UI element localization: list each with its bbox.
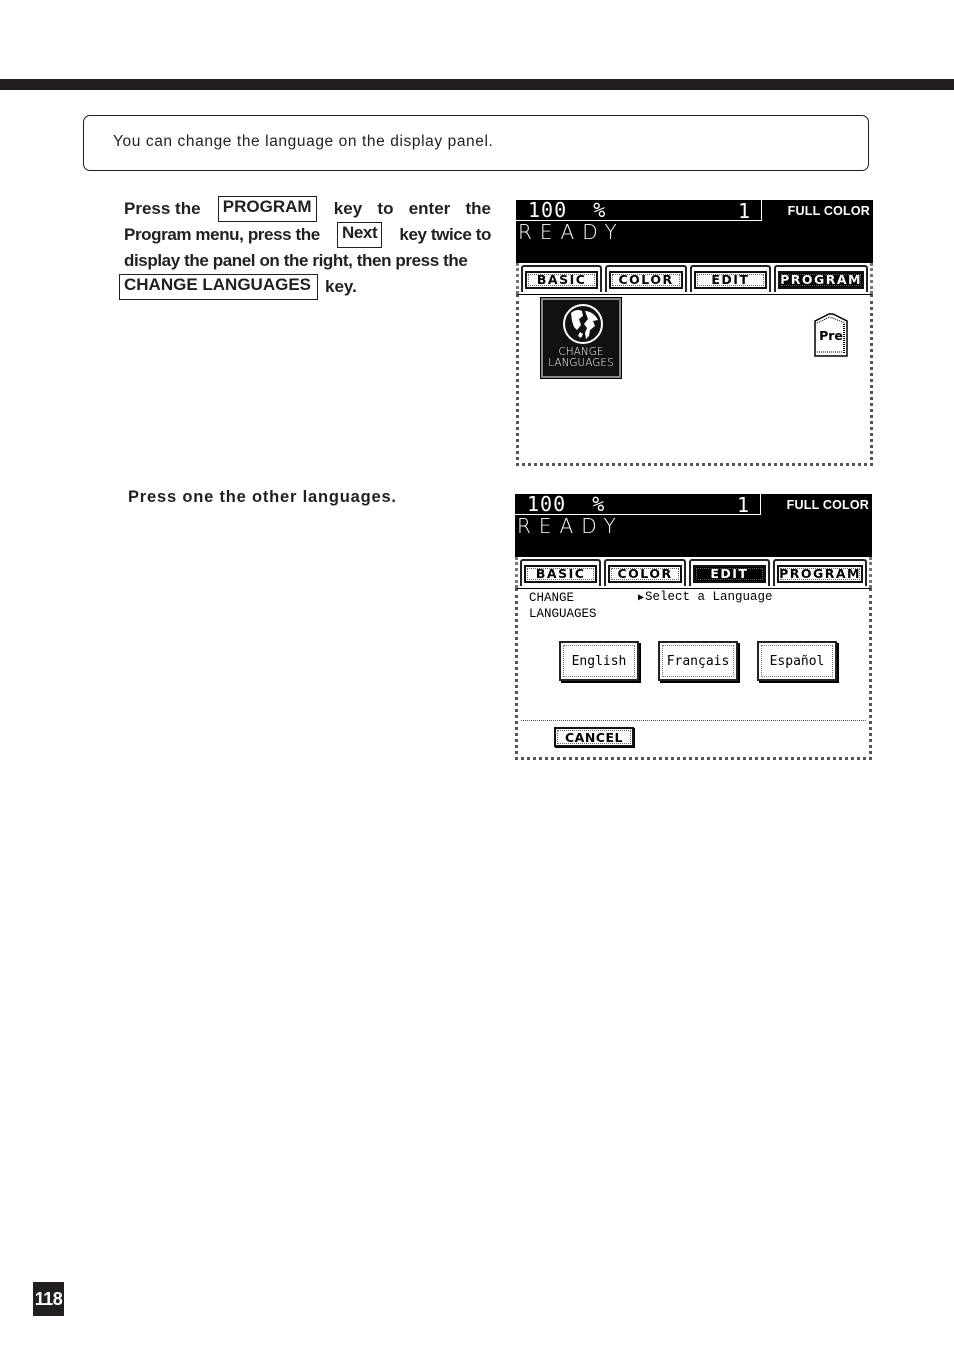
- text: Press the: [124, 199, 201, 218]
- step-1-instructions: Press the PROGRAM key to enter the Progr…: [119, 196, 491, 300]
- zoom-ratio: 100 %: [527, 492, 606, 516]
- text: display the panel on the right, then pre…: [124, 251, 468, 270]
- title-line: LANGUAGES: [529, 607, 597, 621]
- francais-button[interactable]: Français: [658, 641, 738, 681]
- status-header: 100 % 1 FULL COLOR READY: [515, 492, 872, 557]
- tab-color[interactable]: COLOR: [604, 559, 686, 586]
- header-rule: [0, 79, 954, 90]
- tab-label: PROGRAM: [778, 270, 864, 289]
- program-key-label: PROGRAM: [217, 196, 317, 222]
- status-text: READY: [517, 514, 624, 538]
- copy-count: 1: [738, 199, 751, 223]
- lcd-panel-program-menu: 100 % 1 FULL COLOR READY BASIC COLOR EDI…: [516, 198, 873, 466]
- tab-edit[interactable]: EDIT: [689, 265, 772, 292]
- text: enter: [408, 199, 451, 218]
- status-header: 100 % 1 FULL COLOR READY: [516, 198, 873, 263]
- tab-edit[interactable]: EDIT: [688, 559, 771, 586]
- text: the: [465, 199, 492, 218]
- status-text: READY: [518, 220, 625, 244]
- text: key.: [325, 277, 357, 296]
- step-1-line-4: CHANGE LANGUAGES key.: [119, 274, 491, 300]
- text: key: [333, 199, 363, 218]
- tab-program[interactable]: PROGRAM: [774, 265, 868, 292]
- screen-title: CHANGE LANGUAGES: [529, 590, 597, 622]
- tab-bar: BASIC COLOR EDIT PROGRAM: [516, 263, 873, 294]
- english-button[interactable]: English: [559, 641, 639, 681]
- text: to: [377, 199, 394, 218]
- change-languages-label: CHANGE LANGUAGES: [543, 347, 619, 369]
- lcd-panel-change-languages: 100 % 1 FULL COLOR READY BASIC COLOR EDI…: [515, 492, 872, 760]
- step-1-line-3: display the panel on the right, then pre…: [124, 248, 491, 274]
- tab-label: EDIT: [692, 564, 767, 583]
- panel-body: CHANGE LANGUAGES Pre: [516, 294, 873, 466]
- note-box: You can change the language on the displ…: [83, 115, 869, 171]
- change-languages-button[interactable]: CHANGE LANGUAGES: [540, 297, 622, 379]
- note-text: You can change the language on the displ…: [113, 133, 494, 150]
- next-key-label: Next: [336, 222, 383, 248]
- page-number: 118: [33, 1282, 64, 1316]
- text: key twice to: [399, 225, 491, 244]
- tab-label: COLOR: [608, 564, 682, 583]
- tab-bar: BASIC COLOR EDIT PROGRAM: [515, 557, 872, 588]
- globe-icon: [563, 304, 603, 344]
- pre-label: Pre: [819, 328, 843, 343]
- tab-color[interactable]: COLOR: [605, 265, 687, 292]
- espanol-button[interactable]: Español: [757, 641, 837, 681]
- tab-label: COLOR: [609, 270, 683, 289]
- title-line: CHANGE: [529, 591, 575, 605]
- tab-label: BASIC: [524, 564, 598, 583]
- tab-label: EDIT: [693, 270, 768, 289]
- change-languages-key-label: CHANGE LANGUAGES: [119, 274, 319, 300]
- prompt-text: Select a Language: [645, 590, 773, 604]
- panel-body: CHANGE LANGUAGES ▶Select a Language Engl…: [515, 588, 872, 760]
- color-mode: FULL COLOR: [787, 204, 870, 218]
- tab-basic[interactable]: BASIC: [520, 559, 602, 586]
- tab-basic[interactable]: BASIC: [521, 265, 603, 292]
- step-1-line-1: Press the PROGRAM key to enter the: [124, 196, 491, 222]
- tab-program[interactable]: PROGRAM: [773, 559, 867, 586]
- previous-page-button[interactable]: Pre: [813, 311, 849, 357]
- copy-count: 1: [737, 493, 750, 517]
- triangle-right-icon: ▶: [638, 593, 645, 604]
- cancel-button[interactable]: CANCEL: [554, 727, 634, 747]
- tab-label: PROGRAM: [777, 564, 863, 583]
- divider: [521, 720, 866, 721]
- select-prompt: ▶Select a Language: [638, 590, 773, 604]
- step-1-line-2: Program menu, press the Next key twice t…: [124, 222, 491, 248]
- step-2-instructions: Press one the other languages.: [128, 488, 397, 506]
- label-line: LANGUAGES: [548, 357, 614, 369]
- text: Program menu, press the: [124, 225, 320, 244]
- tab-label: BASIC: [525, 270, 599, 289]
- color-mode: FULL COLOR: [786, 498, 869, 512]
- zoom-ratio: 100 %: [528, 198, 607, 222]
